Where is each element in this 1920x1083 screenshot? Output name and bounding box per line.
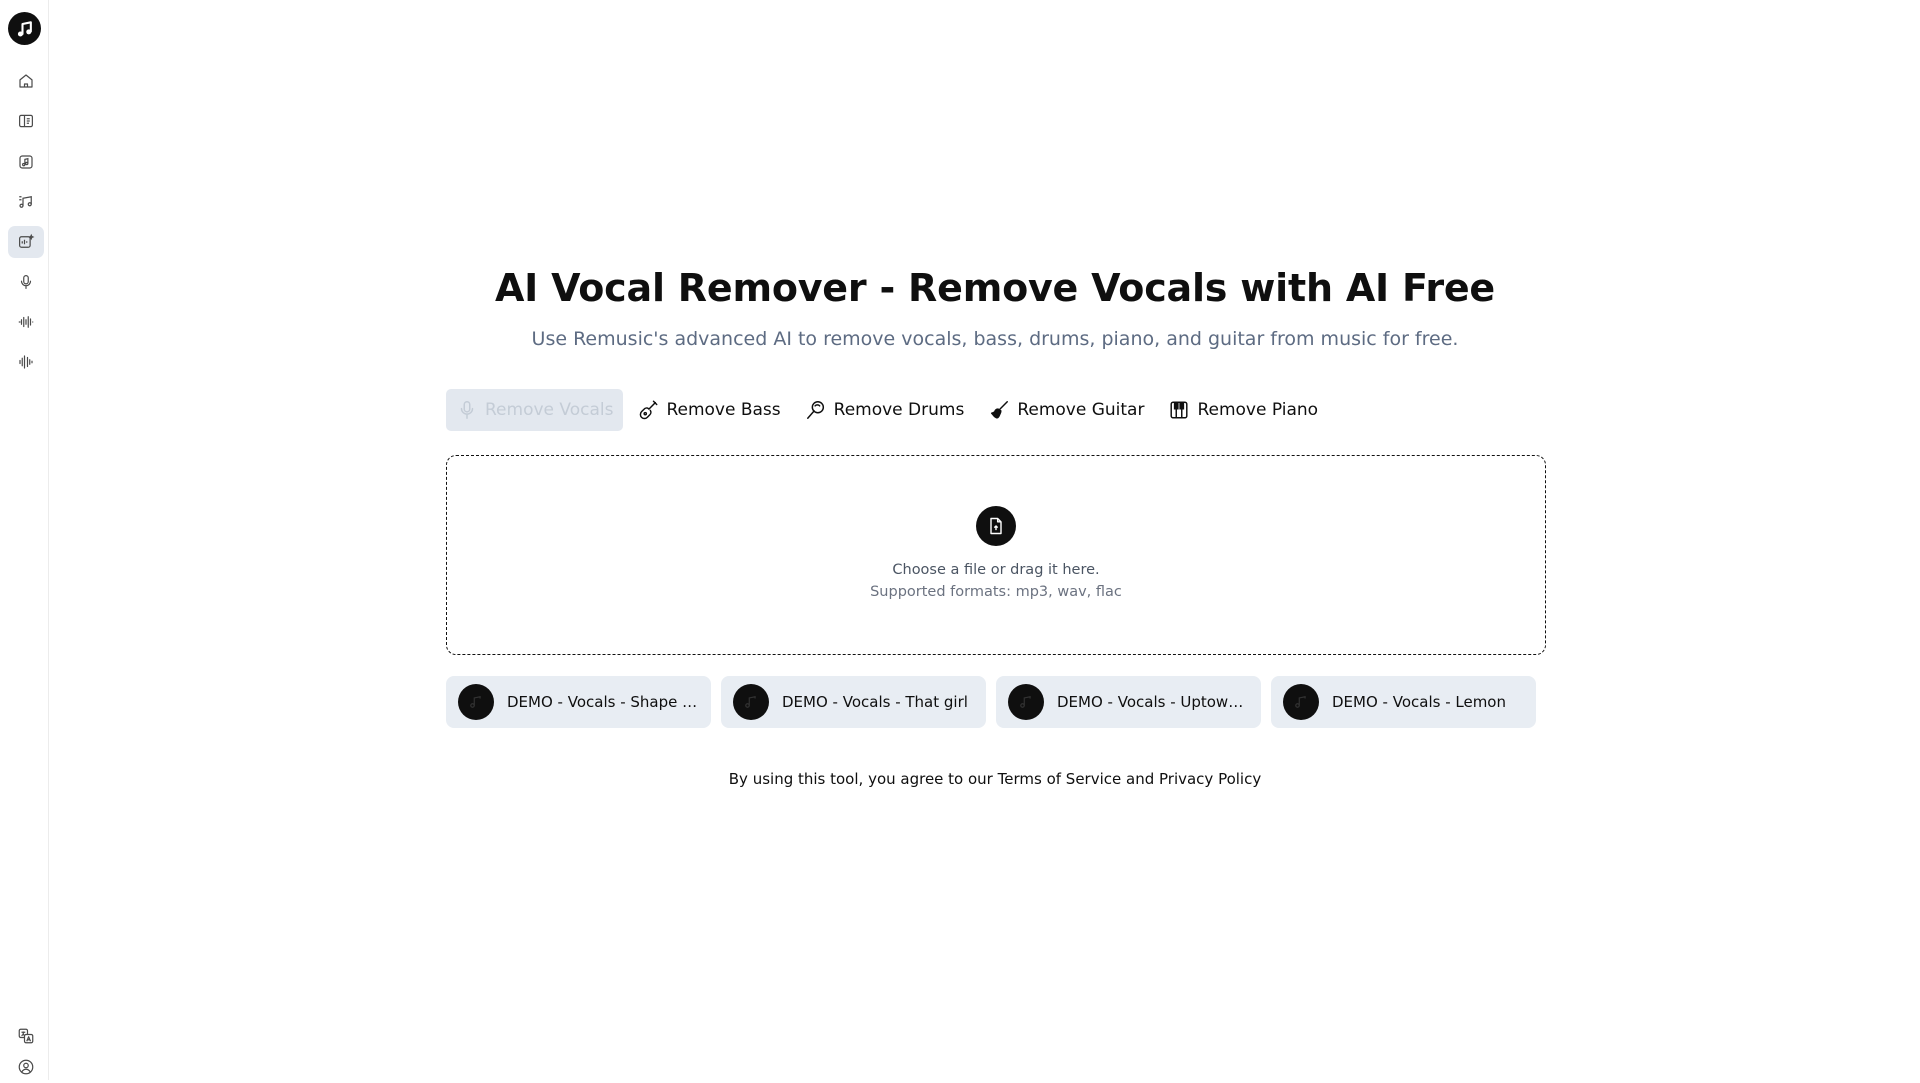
demo-list: DEMO - Vocals - Shape o... DEMO - Vocals… [446, 676, 1536, 728]
page-subtitle: Use Remusic's advanced AI to remove voca… [531, 328, 1459, 350]
music-note-icon [1020, 696, 1031, 708]
dropzone-instruction: Choose a file or drag it here. [892, 562, 1100, 578]
instrument-tabs: Remove Vocals Remove Bass Remove Drums R… [446, 389, 1328, 431]
sidebar-item-waveform[interactable] [8, 306, 44, 338]
sidebar-item-ai-audio[interactable] [8, 226, 44, 258]
music-notes-icon [19, 196, 32, 208]
tab-label: Remove Piano [1197, 400, 1319, 420]
piano-icon [1170, 401, 1188, 419]
sidebar-item-music-file[interactable] [8, 146, 44, 178]
demo-label: DEMO - Vocals - Uptown ... [1057, 693, 1252, 711]
music-note-icon [17, 20, 32, 36]
sidebar [0, 0, 49, 1080]
page-title: AI Vocal Remover - Remove Vocals with AI… [494, 266, 1496, 310]
tab-label: Remove Guitar [1017, 400, 1145, 420]
dropzone-formats: Supported formats: mp3, wav, flac [870, 584, 1122, 600]
demo-item[interactable]: DEMO - Vocals - That girl [721, 676, 986, 728]
sidebar-item-account[interactable] [8, 1051, 44, 1083]
upload-file-icon [990, 517, 1002, 535]
demo-label: DEMO - Vocals - That girl [782, 693, 968, 711]
privacy-policy-link[interactable]: Privacy Policy [1159, 770, 1261, 788]
tab-label: Remove Drums [833, 400, 965, 420]
logo[interactable] [8, 12, 41, 45]
waveform-icon [18, 316, 34, 328]
terms-of-service-link[interactable]: Terms of Service [998, 770, 1122, 788]
music-note-icon [745, 696, 756, 708]
sidebar-panel-icon [19, 114, 33, 128]
demo-track-icon [1283, 684, 1319, 720]
file-dropzone[interactable]: Choose a file or drag it here. Supported… [446, 455, 1546, 655]
terms-notice: By using this tool, you agree to our Ter… [50, 770, 1920, 788]
terms-prefix: By using this tool, you agree to our [728, 770, 998, 788]
demo-label: DEMO - Vocals - Shape o... [507, 693, 702, 711]
sidebar-item-music-notes[interactable] [8, 186, 44, 218]
tab-remove-piano[interactable]: Remove Piano [1158, 389, 1328, 431]
demo-item[interactable]: DEMO - Vocals - Lemon [1271, 676, 1536, 728]
music-note-icon [1295, 696, 1306, 708]
guitar-icon [991, 401, 1009, 419]
tab-remove-drums[interactable]: Remove Drums [795, 389, 975, 431]
microphone-icon [460, 401, 474, 419]
music-file-icon [19, 155, 33, 169]
sidebar-item-microphone[interactable] [8, 266, 44, 298]
tab-label: Remove Bass [666, 400, 781, 420]
audio-bars-icon [19, 355, 33, 369]
translate-icon [18, 1028, 34, 1044]
tab-remove-guitar[interactable]: Remove Guitar [978, 389, 1154, 431]
terms-and: and [1121, 770, 1159, 788]
demo-item[interactable]: DEMO - Vocals - Uptown ... [996, 676, 1261, 728]
ai-audio-icon [19, 233, 35, 248]
sidebar-item-panel[interactable] [8, 105, 44, 137]
main-content: AI Vocal Remover - Remove Vocals with AI… [50, 0, 1920, 1080]
bass-guitar-icon [640, 400, 658, 420]
tab-remove-bass[interactable]: Remove Bass [627, 389, 790, 431]
home-icon [19, 74, 33, 88]
user-circle-icon [18, 1059, 34, 1075]
demo-track-icon [733, 684, 769, 720]
upload-button[interactable] [976, 506, 1016, 546]
demo-track-icon [1008, 684, 1044, 720]
demo-track-icon [458, 684, 494, 720]
microphone-icon [20, 275, 32, 289]
tab-label: Remove Vocals [485, 400, 614, 420]
demo-label: DEMO - Vocals - Lemon [1332, 693, 1506, 711]
tab-remove-vocals[interactable]: Remove Vocals [446, 389, 624, 431]
sidebar-item-home[interactable] [8, 65, 44, 97]
sidebar-item-audio-bars[interactable] [8, 346, 44, 378]
demo-item[interactable]: DEMO - Vocals - Shape o... [446, 676, 711, 728]
sidebar-item-language[interactable] [8, 1020, 44, 1052]
music-note-icon [470, 696, 481, 708]
drum-icon [806, 401, 824, 419]
